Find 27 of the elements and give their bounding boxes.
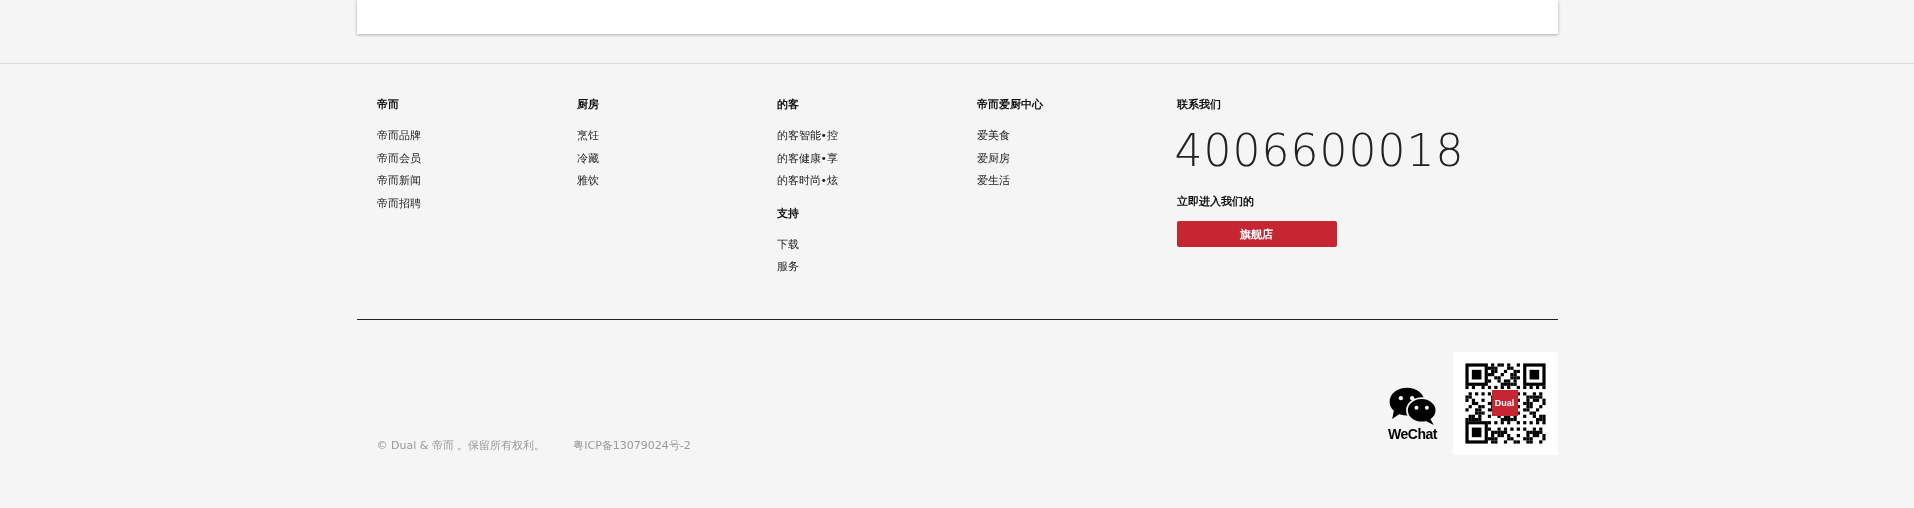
store-label: 立即进入我们的 bbox=[1176, 195, 1255, 209]
footer-link[interactable]: 的客智能•控 bbox=[776, 125, 838, 148]
footer-link[interactable]: 帝而新闻 bbox=[376, 170, 421, 193]
wechat-label: WeChat bbox=[1388, 425, 1437, 442]
footer-link[interactable]: 帝而招聘 bbox=[376, 192, 421, 215]
footer-link[interactable]: 爱美食 bbox=[976, 125, 1010, 148]
column-heading: 帝而 bbox=[376, 98, 399, 112]
footer-link[interactable]: 雅饮 bbox=[576, 170, 599, 193]
qr-code: Dual bbox=[1452, 352, 1558, 455]
footer-link[interactable]: 爱厨房 bbox=[976, 147, 1010, 170]
column-heading: 支持 bbox=[776, 206, 799, 221]
column-heading: 帝而爱厨中心 bbox=[976, 98, 1043, 112]
footer-link[interactable]: 的客时尚•炫 bbox=[776, 170, 838, 193]
column-heading: 的客 bbox=[776, 98, 799, 112]
footer-link[interactable]: 帝而品牌 bbox=[376, 125, 421, 148]
store-button[interactable]: 旗舰店 bbox=[1176, 221, 1337, 247]
copyright-text: © Dual & 帝而 。保留所有权利。 bbox=[376, 438, 546, 453]
footer-link[interactable]: 的客健康•享 bbox=[776, 147, 838, 170]
contact-heading: 联系我们 bbox=[1176, 98, 1222, 112]
footer-link[interactable]: 下载 bbox=[776, 233, 799, 256]
footer-link[interactable]: 冷藏 bbox=[576, 147, 599, 170]
column-heading: 厨房 bbox=[576, 98, 599, 112]
phone-number: 4006600018 bbox=[1174, 125, 1466, 177]
footer-link[interactable]: 烹饪 bbox=[576, 125, 599, 148]
footer-link[interactable]: 爱生活 bbox=[976, 170, 1010, 193]
footer-link[interactable]: 帝而会员 bbox=[376, 147, 421, 170]
footer-link[interactable]: 服务 bbox=[776, 256, 799, 279]
